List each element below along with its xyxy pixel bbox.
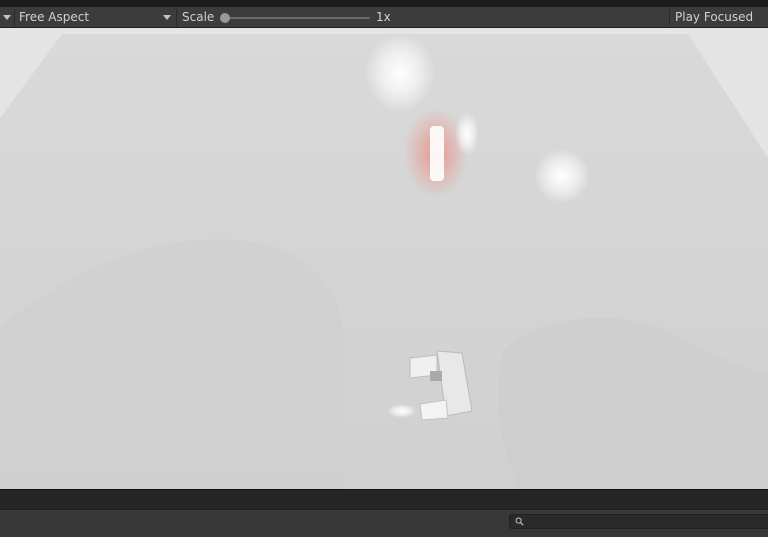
play-focused-label: Play Focused	[675, 10, 754, 24]
scale-label: Scale	[182, 10, 215, 24]
console-toolbar	[0, 509, 768, 537]
top-strip	[0, 0, 768, 7]
glowing-object	[430, 126, 444, 181]
game-viewport[interactable]	[0, 28, 768, 489]
light-glow	[455, 112, 479, 156]
scale-slider-handle[interactable]	[220, 13, 230, 23]
toolbar-divider	[669, 9, 670, 26]
scale-value: 1x	[376, 10, 391, 24]
chevron-down-icon[interactable]	[0, 7, 14, 28]
light-glow	[534, 148, 590, 204]
game-scene	[0, 28, 768, 489]
aspect-ratio-dropdown[interactable]: Free Aspect	[15, 7, 175, 28]
light-glow	[365, 33, 435, 113]
search-icon	[515, 517, 524, 526]
aspect-ratio-label: Free Aspect	[19, 10, 90, 24]
search-input[interactable]	[528, 515, 764, 528]
scale-slider-track[interactable]	[225, 17, 370, 19]
toolbar-divider	[176, 9, 177, 26]
play-focused-dropdown[interactable]: Play Focused	[669, 7, 768, 28]
chevron-down-icon	[163, 15, 171, 20]
search-field[interactable]	[509, 514, 768, 529]
status-bar	[0, 489, 768, 509]
